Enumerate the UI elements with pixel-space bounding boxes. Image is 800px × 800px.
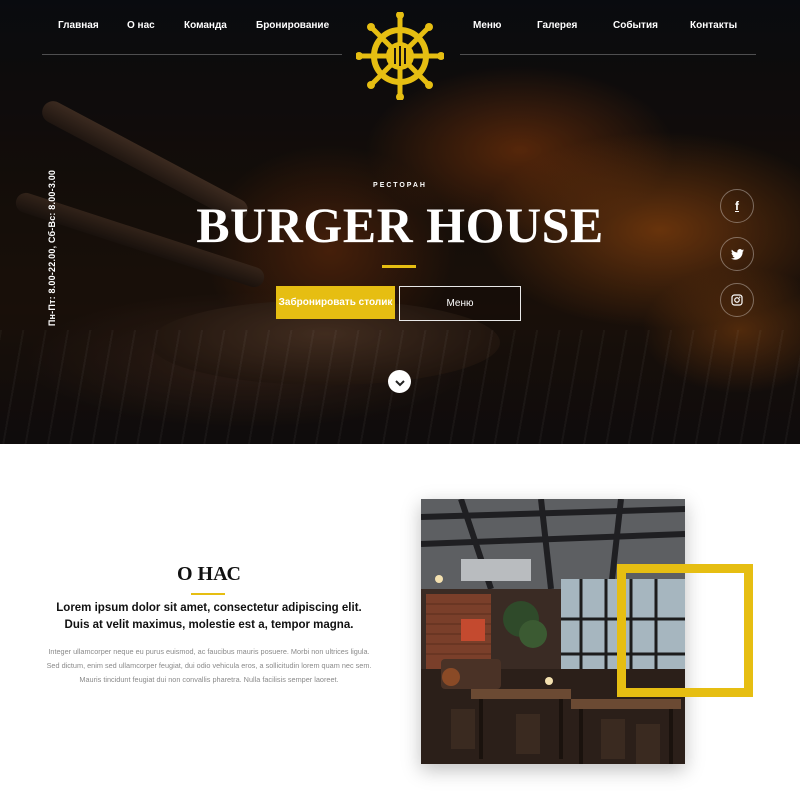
instagram-icon[interactable] (720, 283, 754, 317)
nav-link-events[interactable]: События (613, 20, 658, 31)
book-table-button[interactable]: Забронировать столик (276, 286, 395, 319)
title-underline (382, 265, 416, 268)
nav-link-menu[interactable]: Меню (473, 20, 501, 31)
nav-link-booking[interactable]: Бронирование (256, 20, 329, 31)
nav-divider-right (460, 54, 756, 55)
scroll-down-button[interactable] (388, 370, 411, 393)
chevron-down-icon (394, 372, 405, 391)
menu-button[interactable]: Меню (399, 286, 521, 321)
about-title-underline (191, 593, 225, 595)
about-body-text: Integer ullamcorper neque eu purus euism… (46, 647, 372, 684)
twitter-icon[interactable] (720, 237, 754, 271)
nav-link-team[interactable]: Команда (184, 20, 227, 31)
about-title: О НАС (176, 563, 241, 585)
hero-title: BURGER HOUSE (196, 197, 604, 253)
hero-section: Главная О нас Команда Бронирование Меню … (0, 0, 800, 444)
nav-link-gallery[interactable]: Галерея (537, 20, 577, 31)
nav-link-about[interactable]: О нас (127, 20, 155, 31)
about-lead-text: Lorem ipsum dolor sit amet, consectetur … (56, 602, 362, 631)
nav-link-home[interactable]: Главная (58, 20, 99, 31)
nav-link-contacts[interactable]: Контакты (690, 20, 737, 31)
hero-eyebrow: РЕСТОРАН (373, 182, 427, 189)
decorative-frame (617, 564, 753, 697)
facebook-icon[interactable]: f (720, 189, 754, 223)
ship-wheel-icon[interactable] (355, 11, 445, 101)
nav-divider-left (42, 54, 342, 55)
